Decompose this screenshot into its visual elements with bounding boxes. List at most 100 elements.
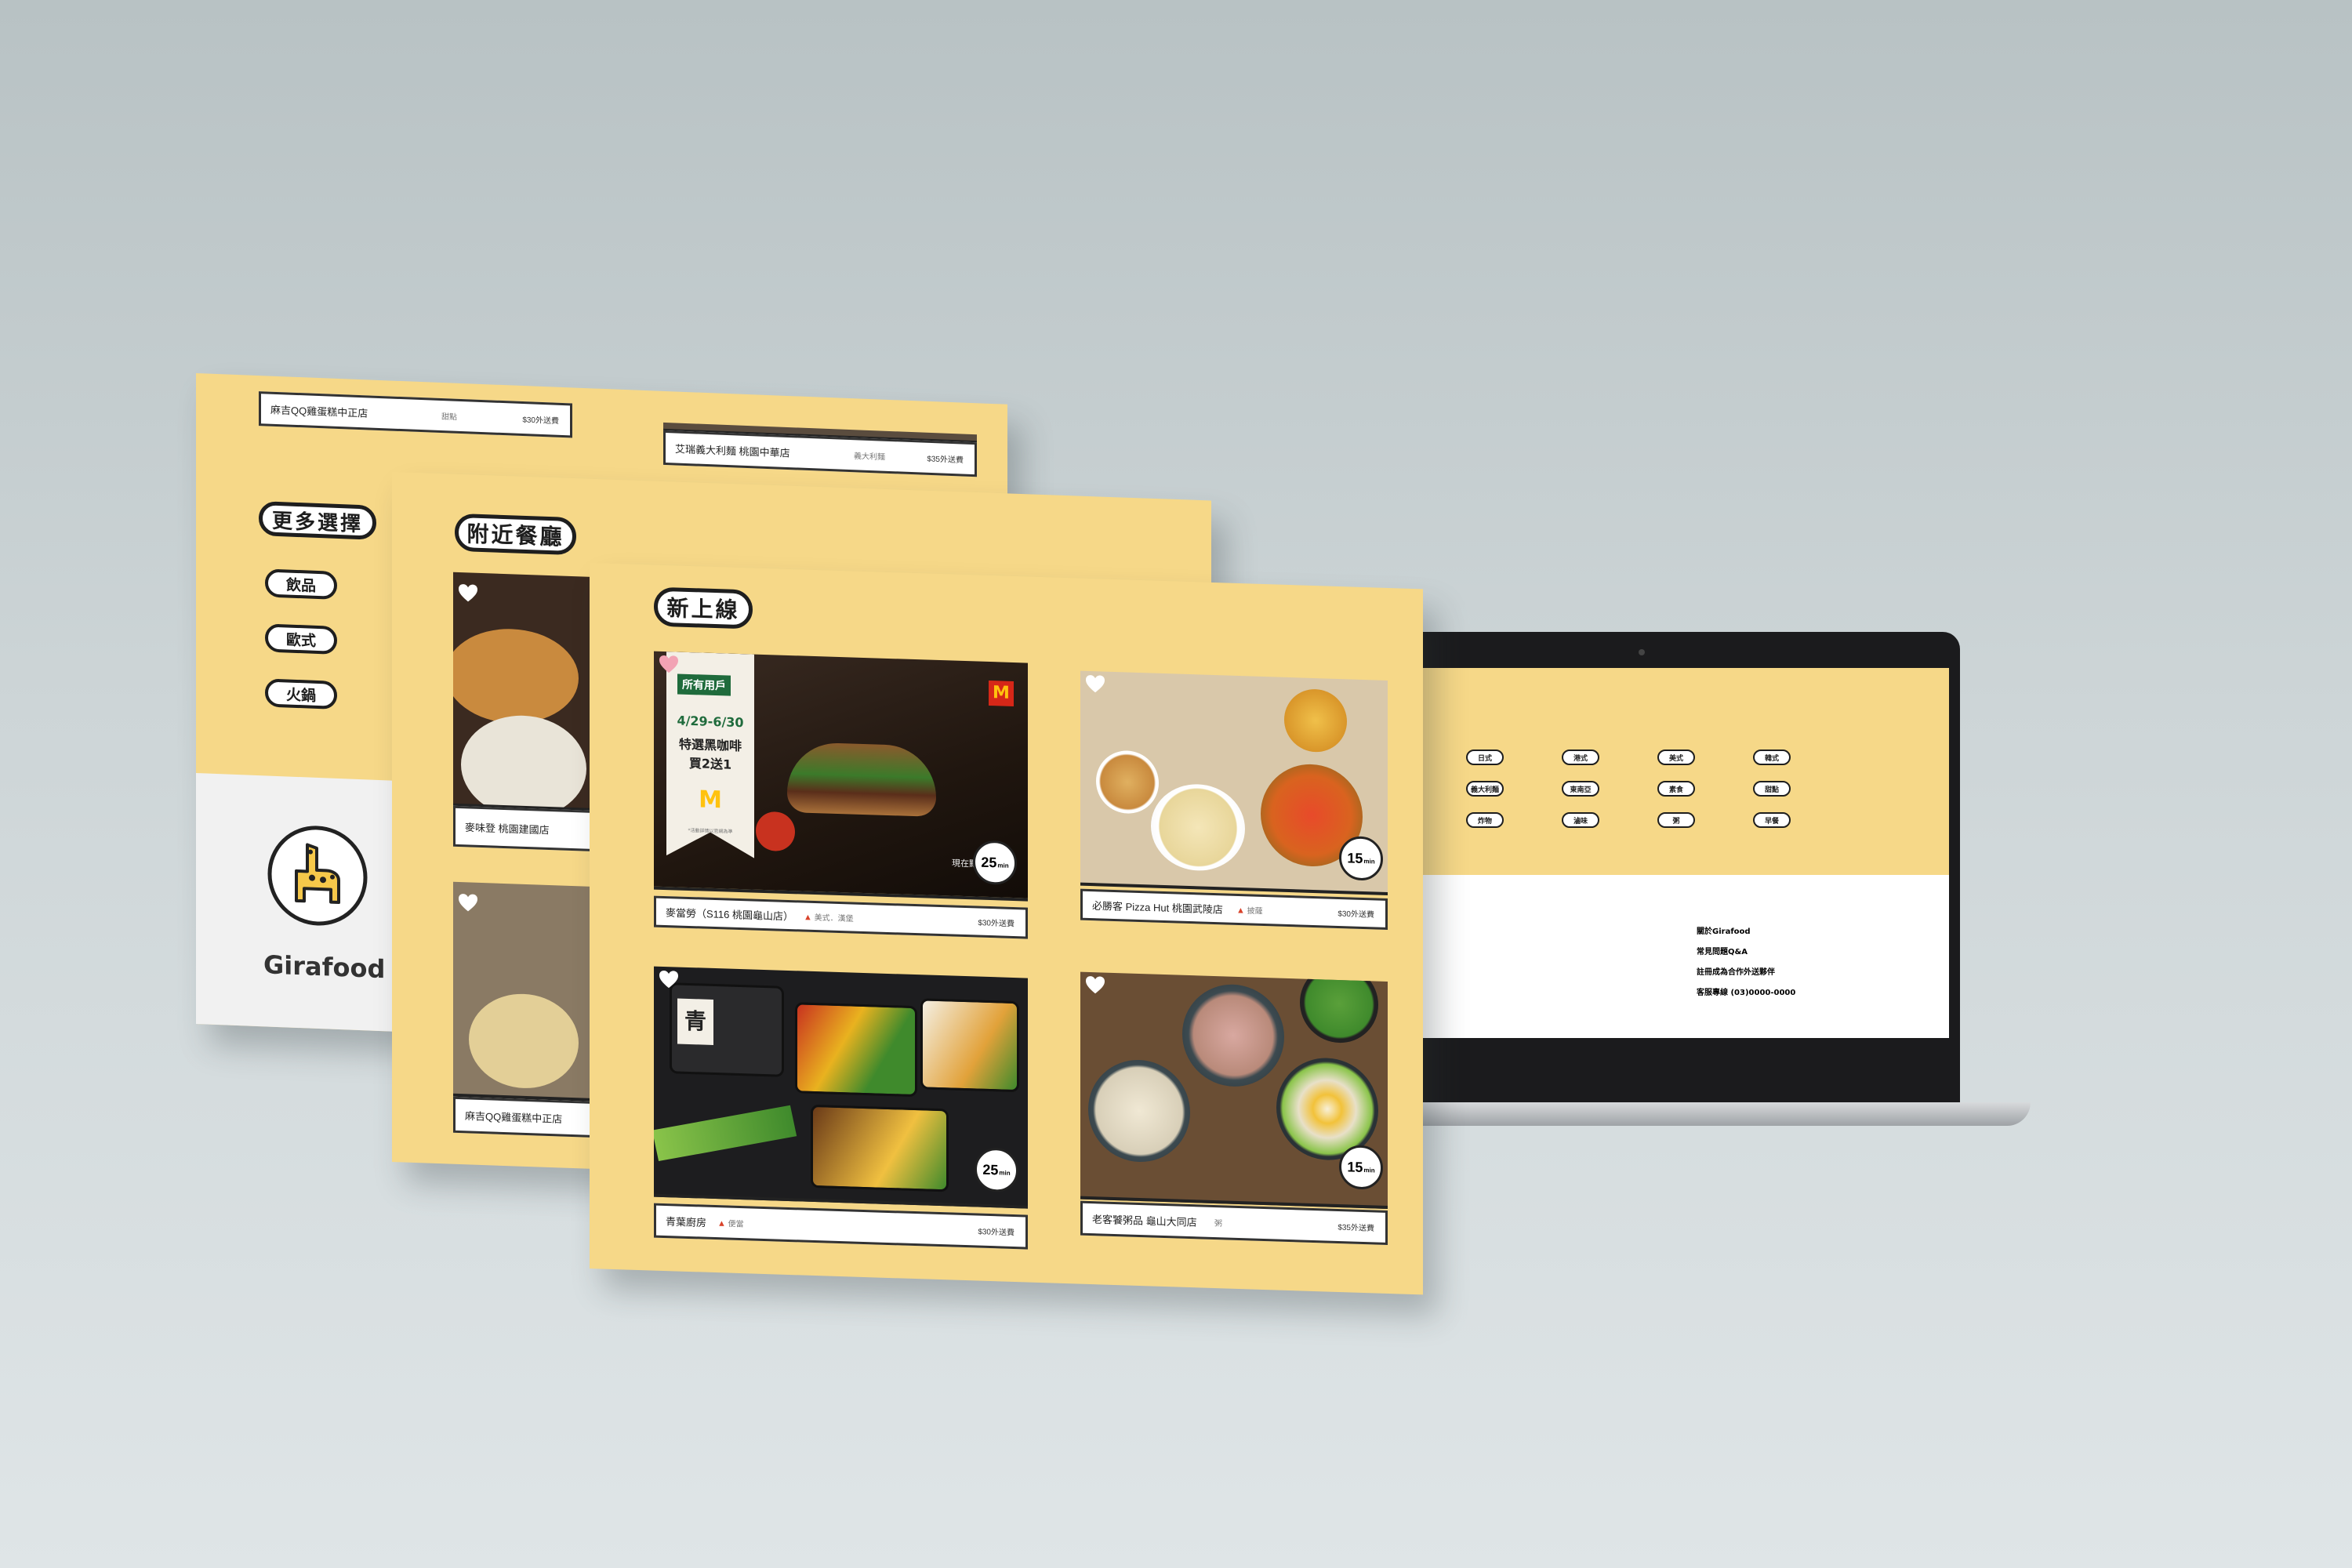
food-photo [453,881,594,1102]
restaurant-name: 必勝客 Pizza Hut 桃園武陵店 [1092,899,1223,916]
cuisine-tag: ▲ 披薩 [1236,903,1263,916]
food-photo: 所有用戶 4/29-6/30 特選黑咖啡 買2送1 M *活動詳情以官網為準 M… [654,651,1028,902]
favorite-heart-icon[interactable] [458,583,478,604]
restaurant-name: 麥味登 桃園建國店 [465,821,550,837]
card-info: 麥味登 桃園建國店 [453,805,594,852]
mcdonalds-logo-icon: M [699,786,722,815]
cuisine-label: 粥 [1214,1219,1222,1229]
dish-plate [1096,750,1159,815]
footer-link-courier[interactable]: 註冊成為合作外送夥伴 [1697,963,1795,983]
restaurant-card[interactable]: 15 min 必勝客 Pizza Hut 桃園武陵店 ▲ 披薩 $30外送費 [1080,670,1388,930]
restaurant-card[interactable]: 所有用戶 4/29-6/30 特選黑咖啡 買2送1 M *活動詳情以官網為準 M… [654,651,1028,939]
cuisine-tag: 甜點 [441,412,457,423]
restaurant-name: 麻吉QQ雞蛋糕中正店 [270,404,368,419]
cuisine-label: 披薩 [1247,906,1263,916]
burger-photo [787,741,936,817]
restaurant-name: 麥當勞（S116 桃園龜山店） [666,906,794,923]
delivery-time-badge: 15 min [1339,836,1383,881]
favorite-heart-icon[interactable] [659,655,679,676]
delivery-fee: $30外送費 [522,416,559,426]
food-plate [453,626,579,726]
card-info: 麻吉QQ雞蛋糕中正店 [453,1096,594,1138]
eta-unit: min [1363,857,1375,865]
restaurant-card[interactable]: 艾瑞義大利麵 桃園中華店 義大利麵 $35外送費 [663,422,977,477]
food-photo: 15 min [1080,971,1388,1209]
restaurant-name: 麻吉QQ雞蛋糕中正店 [465,1109,563,1126]
mcdonalds-corner-logo-icon: M [989,680,1014,707]
delivery-fee: $30外送費 [978,1228,1014,1238]
restaurant-card[interactable]: 麻吉QQ雞蛋糕中正店 甜點 $30外送費 [259,383,572,438]
flame-icon: ▲ [804,913,812,923]
delivery-time-badge: 25 min [975,1147,1018,1193]
food-photo: 青 25 min [654,966,1028,1209]
footer-link-about[interactable]: 關於Girafood [1697,922,1795,942]
category-chip[interactable]: 日式 [1466,750,1504,765]
category-chip[interactable]: 粥 [1657,812,1695,828]
footer-links: 關於Girafood 常見問題Q&A 註冊成為合作外送夥伴 客服專線 (03)0… [1697,922,1795,1004]
category-chip[interactable]: 素食 [1657,781,1695,797]
pasta-plate [1151,782,1245,873]
flame-icon: ▲ [1236,906,1245,916]
cuisine-label: 美式．漢堡 [814,913,854,924]
giraffe-logo-icon [267,822,368,928]
favorite-heart-icon[interactable] [1085,674,1105,695]
brand-name: Girafood [263,949,386,985]
footer-link-faq[interactable]: 常見問題Q&A [1697,942,1795,963]
restaurant-name: 青葉廚房 [666,1215,707,1229]
card-info: 必勝客 Pizza Hut 桃園武陵店 ▲ 披薩 $30外送費 [1080,888,1388,930]
eta-value: 25 [981,854,997,870]
promo-banner: 所有用戶 4/29-6/30 特選黑咖啡 買2送1 M *活動詳情以官網為準 [666,652,754,858]
category-chip-hotpot[interactable]: 火鍋 [265,678,337,710]
favorite-heart-icon[interactable] [659,970,679,991]
more-options-heading: 更多選擇 [259,501,376,540]
restaurant-name: 艾瑞義大利麵 桃園中華店 [675,442,790,459]
restaurant-card[interactable]: 15 min 老客饕粥品 龜山大同店 粥 $35外送費 [1080,971,1388,1245]
favorite-heart-icon[interactable] [458,893,478,914]
delivery-fee: $30外送費 [978,919,1014,929]
cuisine-tag: ▲ 便當 [717,1217,744,1229]
category-chip[interactable]: 甜點 [1753,781,1791,797]
restaurant-card[interactable]: 青 25 min 青葉廚房 ▲ 便當 $30外送費 [654,966,1028,1250]
restaurant-card[interactable]: 麥味登 桃園建國店 [453,572,594,852]
food-plate [469,992,579,1091]
camera [1639,649,1645,655]
tomato [756,811,795,852]
promo-badge: 所有用戶 [677,674,731,696]
cuisine-tag: 粥 [1214,1217,1222,1229]
cuisine-label: 便當 [728,1220,744,1229]
delivery-fee: $35外送費 [927,455,964,466]
restaurant-card[interactable]: 麻吉QQ雞蛋糕中正店 [453,881,594,1138]
card-info: 青葉廚房 ▲ 便當 $30外送費 [654,1203,1028,1250]
category-chip[interactable]: 東南亞 [1562,781,1599,797]
eta-unit: min [1363,1166,1375,1174]
category-chip[interactable]: 美式 [1657,750,1695,765]
meat-bowl [1182,982,1284,1088]
promo-fine-print: *活動詳情以官網為準 [688,827,733,835]
food-photo [453,572,594,812]
food-plate [461,713,586,812]
eta-value: 15 [1347,1158,1363,1175]
bento-box [795,1002,917,1098]
card-info: 麻吉QQ雞蛋糕中正店 甜點 $30外送費 [259,391,572,438]
category-chip[interactable]: 韓式 [1753,750,1791,765]
category-chip-european[interactable]: 歐式 [265,623,337,655]
promo-line-1: 特選黑咖啡 [678,736,742,754]
category-chip[interactable]: 早餐 [1753,812,1791,828]
delivery-fee: $30外送費 [1338,909,1374,920]
category-chip[interactable]: 炸物 [1466,812,1504,828]
category-chip[interactable]: 港式 [1562,750,1599,765]
card-info: 麥當勞（S116 桃園龜山店） ▲ 美式．漢堡 $30外送費 [654,895,1028,939]
eta-unit: min [999,1168,1011,1177]
category-chip-drinks[interactable]: 飲品 [265,568,337,600]
front-panel: 新上線 所有用戶 4/29-6/30 特選黑咖啡 買2送1 M *活動詳情以官網… [590,563,1423,1295]
category-chip[interactable]: 滷味 [1562,812,1599,828]
eta-value: 15 [1347,849,1363,866]
category-chip[interactable]: 義大利麵 [1466,781,1504,797]
favorite-heart-icon[interactable] [1085,975,1105,996]
footer-link-support[interactable]: 客服專線 (03)0000-0000 [1697,983,1795,1004]
side-dish [1300,971,1378,1044]
eta-value: 25 [982,1161,999,1178]
pizza-small [1284,688,1347,753]
bento-label: 青 [677,998,713,1045]
food-photo: 15 min [1080,670,1388,895]
